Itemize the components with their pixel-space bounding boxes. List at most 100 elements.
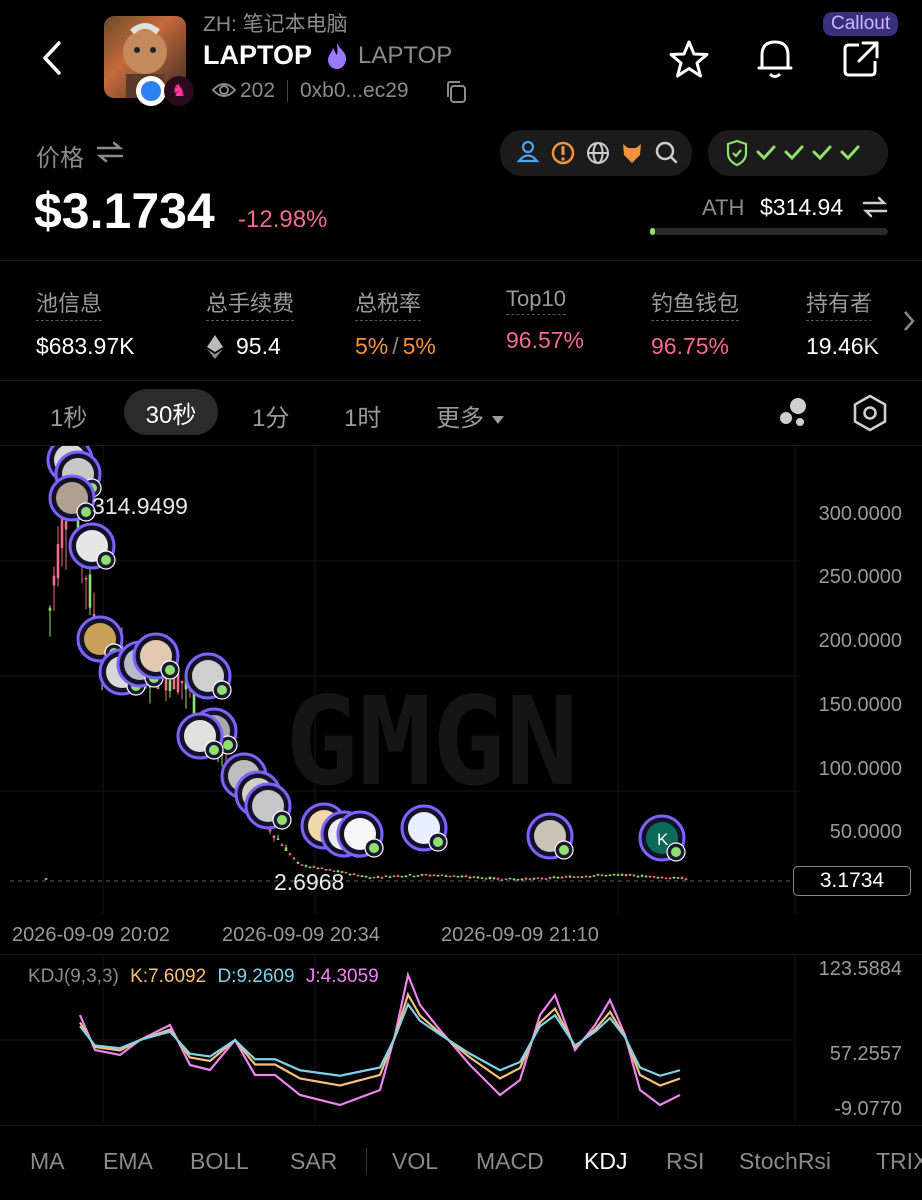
x-tick: 2026-09-09 20:34 (222, 924, 380, 946)
candle (404, 875, 408, 878)
trader-avatar (336, 810, 384, 858)
copy-icon[interactable] (444, 79, 468, 110)
indicator-boll[interactable]: BOLL (190, 1148, 249, 1175)
indicator-ema[interactable]: EMA (103, 1148, 153, 1175)
tab-1h[interactable]: 1时 (344, 398, 381, 433)
kdj-y-tick: 57.2557 (829, 1043, 902, 1065)
candle (384, 875, 388, 878)
divider (0, 1125, 922, 1126)
ath-value: $314.94 (760, 194, 844, 220)
kdj-chart[interactable] (0, 955, 922, 1125)
candle (576, 876, 580, 878)
candle (180, 680, 184, 684)
candle (284, 847, 288, 851)
swap-icon[interactable] (96, 140, 124, 169)
y-tick: 100.0000 (818, 758, 902, 780)
tab-30s-active[interactable]: 30秒 (124, 389, 218, 435)
audit-checks-pill[interactable] (708, 130, 888, 176)
shield-icon (726, 139, 748, 167)
eye-icon (211, 80, 237, 105)
candle (408, 874, 412, 876)
candle (640, 875, 644, 877)
caret-down-icon (491, 415, 504, 424)
tab-1m[interactable]: 1分 (252, 398, 289, 433)
candle (656, 877, 660, 879)
trader-avatar (184, 652, 232, 700)
current-price-tag: 3.1734 (793, 866, 911, 896)
indicator-stochrsi[interactable]: StochRsi (739, 1148, 831, 1175)
indicator-vol[interactable]: VOL (392, 1148, 438, 1175)
eth-icon (207, 334, 223, 359)
stat-pool[interactable]: 池信息 $683.97K (36, 286, 134, 360)
back-button[interactable] (30, 36, 74, 80)
stat-fees[interactable]: 总手续费 95.4 (206, 286, 295, 360)
candle (88, 574, 92, 608)
price-chart[interactable]: GMGN K 314.9499 2.6968 (0, 446, 922, 916)
candle (532, 878, 536, 880)
candle (64, 520, 68, 530)
indicator-ma[interactable]: MA (30, 1148, 65, 1175)
y-tick: 200.0000 (818, 630, 902, 652)
trader-avatar: K (638, 814, 686, 862)
tab-1s[interactable]: 1秒 (50, 398, 87, 433)
bubbles-icon[interactable] (776, 396, 810, 435)
candle (608, 874, 612, 877)
unicorn-badge-icon: ♞ (164, 76, 194, 106)
candle (588, 876, 592, 878)
candle (512, 878, 516, 881)
indicator-macd[interactable]: MACD (476, 1148, 544, 1175)
indicator-trix[interactable]: TRIX (876, 1148, 922, 1175)
check-icon (756, 145, 860, 161)
settings-icon[interactable] (852, 394, 888, 437)
tab-more-label: 更多 (436, 405, 484, 432)
ath-progress-bar (650, 228, 888, 235)
indicator-kdj[interactable]: KDJ (584, 1148, 627, 1175)
token-name: LAPTOP (203, 40, 313, 70)
token-symbol: LAPTOP (358, 42, 453, 69)
price-value: $3.1734 (34, 183, 215, 239)
candle (392, 875, 396, 878)
indicator-sar[interactable]: SAR (290, 1148, 337, 1175)
candle (368, 877, 372, 879)
callout-badge[interactable]: Callout (823, 12, 899, 36)
candle (308, 866, 312, 869)
stat-label: 总手续费 (206, 286, 295, 321)
candle (380, 877, 384, 879)
user-icon (516, 140, 540, 163)
candle (460, 875, 464, 878)
indicator-rsi[interactable]: RSI (666, 1148, 704, 1175)
candle (280, 844, 284, 846)
candle (364, 876, 368, 878)
candle (456, 875, 460, 878)
watermark: GMGN (285, 671, 579, 813)
security-icons-pill[interactable] (500, 130, 692, 176)
trader-avatar (48, 474, 96, 522)
candle (420, 874, 424, 876)
stats-scroll-right-icon[interactable] (860, 296, 922, 346)
alert-button[interactable] (752, 34, 798, 82)
tab-more[interactable]: 更多 (436, 398, 505, 433)
candle (536, 877, 540, 880)
stat-value: 96.57% (506, 327, 585, 353)
stat-phishing[interactable]: 钓鱼钱包 96.75% (651, 286, 740, 360)
candle (604, 874, 608, 877)
candle (664, 877, 668, 880)
candle (396, 875, 400, 877)
flame-icon (326, 42, 348, 75)
y-tick: 300.0000 (818, 503, 902, 525)
y-tick: 50.0000 (829, 821, 902, 843)
chain-badge-icon (136, 76, 166, 106)
candle (652, 876, 656, 878)
contract-address[interactable]: 0xb0...ec29 (300, 79, 409, 103)
candle (360, 875, 364, 878)
share-button[interactable] (838, 36, 884, 82)
candle (680, 877, 684, 880)
favorite-button[interactable] (666, 36, 712, 82)
candle (596, 874, 600, 876)
ath-swap-icon[interactable] (862, 196, 888, 223)
stat-top10[interactable]: Top10 96.57% (506, 286, 584, 354)
candle (584, 875, 588, 878)
candle (676, 877, 680, 879)
stat-tax[interactable]: 总税率 5%/5% (355, 286, 436, 360)
candle (672, 876, 676, 879)
